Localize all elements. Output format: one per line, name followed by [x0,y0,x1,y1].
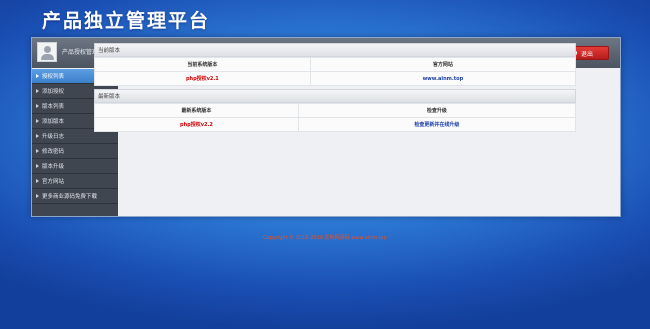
table-row: 最新系统版本 检查升级 [94,103,577,118]
sidebar-item-label: 版本升级 [42,164,65,170]
arrow-right-icon [36,74,39,78]
table-row: php授权v2.2 检查更新并在线升级 [94,117,577,132]
sidebar-item-more-source[interactable]: 更多商业源码免费下载 [32,189,118,204]
logout-label: 退出 [581,50,594,58]
check-update-link[interactable]: 检查更新并在线升级 [297,117,577,132]
column-header: 当前系统版本 [94,57,311,72]
sidebar-item-label: 升级日志 [42,134,65,140]
arrow-right-icon [36,149,39,153]
official-site-link[interactable]: www.ainm.top [309,71,577,86]
sidebar-item-label: 官方网站 [42,179,65,185]
latest-version-table: 最新系统版本 检查升级 php授权v2.2 检查更新并在线升级 [94,103,577,132]
arrow-right-icon [36,104,39,108]
current-version-heading: 当前版本 [94,43,576,57]
current-version-value: php授权v2.1 [94,71,311,86]
arrow-right-icon [36,194,39,198]
sidebar-item-version-upgrade[interactable]: 版本升级 [32,159,118,174]
column-header: 官方网站 [309,57,577,72]
copyright-text: Copyright © 2016-2018 爱陶网源码 www.ainm.top [263,235,387,241]
current-version-table: 当前系统版本 官方网站 php授权v2.1 www.ainm.top [94,57,577,86]
latest-version-heading: 最新版本 [94,89,576,103]
sidebar-item-official-site[interactable]: 官方网站 [32,174,118,189]
sidebar-item-label: 添加授权 [42,89,65,95]
user-avatar-icon [37,42,57,62]
sidebar-item-label: 授权列表 [42,74,65,80]
table-row: php授权v2.1 www.ainm.top [94,71,577,86]
sidebar-item-label: 添加版本 [42,119,65,125]
platform-title: 产品独立管理平台 [42,10,211,32]
column-header: 检查升级 [297,103,577,118]
arrow-right-icon [36,164,39,168]
arrow-right-icon [36,89,39,93]
latest-version-value: php授权v2.2 [94,117,299,132]
main-content: 当前版本 当前系统版本 官方网站 php授权v2.1 www.ainm.top … [94,43,577,132]
table-row: 当前系统版本 官方网站 [94,57,577,72]
sidebar-item-label: 修改密码 [42,149,65,155]
arrow-right-icon [36,119,39,123]
column-header: 最新系统版本 [94,103,299,118]
arrow-right-icon [36,134,39,138]
sidebar-item-change-password[interactable]: 修改密码 [32,144,118,159]
arrow-right-icon [36,179,39,183]
sidebar-item-label: 版本列表 [42,104,65,110]
sidebar-item-label: 更多商业源码免费下载 [42,194,98,200]
